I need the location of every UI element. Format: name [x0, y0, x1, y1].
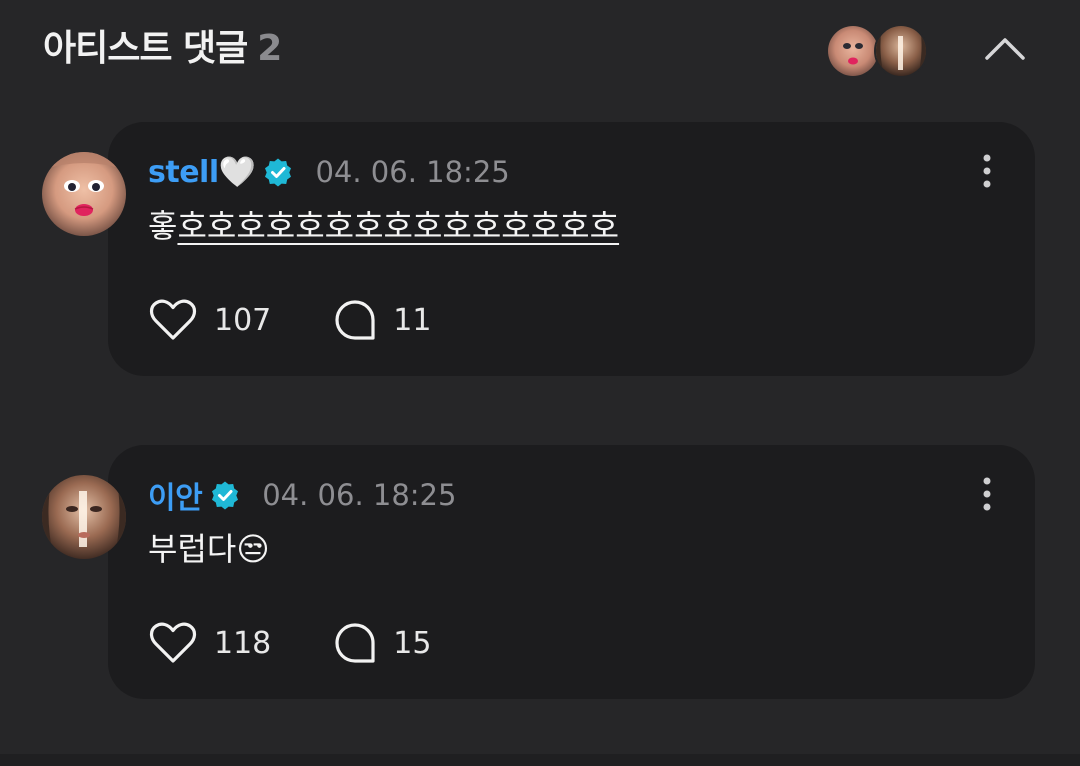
- more-vertical-icon: [983, 477, 991, 511]
- heart-icon: [149, 299, 197, 340]
- like-count: 118: [214, 625, 272, 661]
- comment-actions: 107 11: [148, 296, 431, 344]
- comment-meta: 이안 04. 06. 18:25: [148, 473, 457, 517]
- artist-avatar-stack: [826, 24, 930, 78]
- more-options-button[interactable]: [977, 152, 997, 192]
- like-count: 107: [214, 302, 272, 338]
- comment-count: 2: [257, 28, 282, 69]
- comment-timestamp: 04. 06. 18:25: [262, 478, 457, 512]
- chevron-up-icon: [985, 38, 1025, 60]
- comment-text-link[interactable]: 호호호호호호호호호호호호호호호: [177, 207, 619, 245]
- avatar: [874, 24, 928, 78]
- more-vertical-icon: [983, 154, 991, 188]
- avatar: [826, 24, 880, 78]
- comment-item: 이안 04. 06. 18:25 부럽다😒 118 15: [0, 445, 1080, 699]
- comment-text: 홓호호호호호호호호호호호호호호호: [148, 204, 619, 248]
- reply-count: 11: [393, 302, 432, 338]
- reply-button[interactable]: 11: [333, 298, 431, 342]
- verified-badge-icon: [210, 480, 240, 510]
- verified-badge-icon: [263, 157, 293, 187]
- comment-timestamp: 04. 06. 18:25: [315, 155, 510, 189]
- artist-comments-panel: 아티스트 댓글 2 stell🤍 04. 06. 18:25 홓호호호호호호호호…: [0, 0, 1080, 766]
- section-title-label: 아티스트 댓글: [43, 28, 248, 69]
- comment-item: stell🤍 04. 06. 18:25 홓호호호호호호호호호호호호호호호 10…: [0, 122, 1080, 376]
- comment-bubble[interactable]: stell🤍 04. 06. 18:25 홓호호호호호호호호호호호호호호호 10…: [108, 122, 1035, 376]
- comment-bubble-icon: [335, 300, 375, 340]
- reply-count: 15: [393, 625, 432, 661]
- avatar[interactable]: [42, 475, 126, 559]
- comment-text-start: 부럽다😒: [148, 530, 270, 568]
- comment-text: 부럽다😒: [148, 527, 270, 571]
- avatar[interactable]: [42, 152, 126, 236]
- comment-text-start: 홓: [148, 207, 178, 245]
- like-button[interactable]: 107: [148, 298, 271, 342]
- comment-actions: 118 15: [148, 619, 431, 667]
- artist-comments-header[interactable]: 아티스트 댓글 2: [0, 0, 1080, 100]
- like-button[interactable]: 118: [148, 621, 271, 665]
- comment-meta: stell🤍 04. 06. 18:25: [148, 152, 510, 192]
- collapse-button[interactable]: [980, 28, 1030, 68]
- bottom-divider: [0, 754, 1080, 766]
- comment-author[interactable]: 이안: [148, 473, 203, 517]
- heart-icon: [149, 622, 197, 663]
- section-title: 아티스트 댓글 2: [43, 26, 282, 72]
- reply-button[interactable]: 15: [333, 621, 431, 665]
- comment-author[interactable]: stell🤍: [148, 155, 256, 190]
- comment-bubble-icon: [335, 623, 375, 663]
- more-options-button[interactable]: [977, 475, 997, 515]
- comment-bubble[interactable]: 이안 04. 06. 18:25 부럽다😒 118 15: [108, 445, 1035, 699]
